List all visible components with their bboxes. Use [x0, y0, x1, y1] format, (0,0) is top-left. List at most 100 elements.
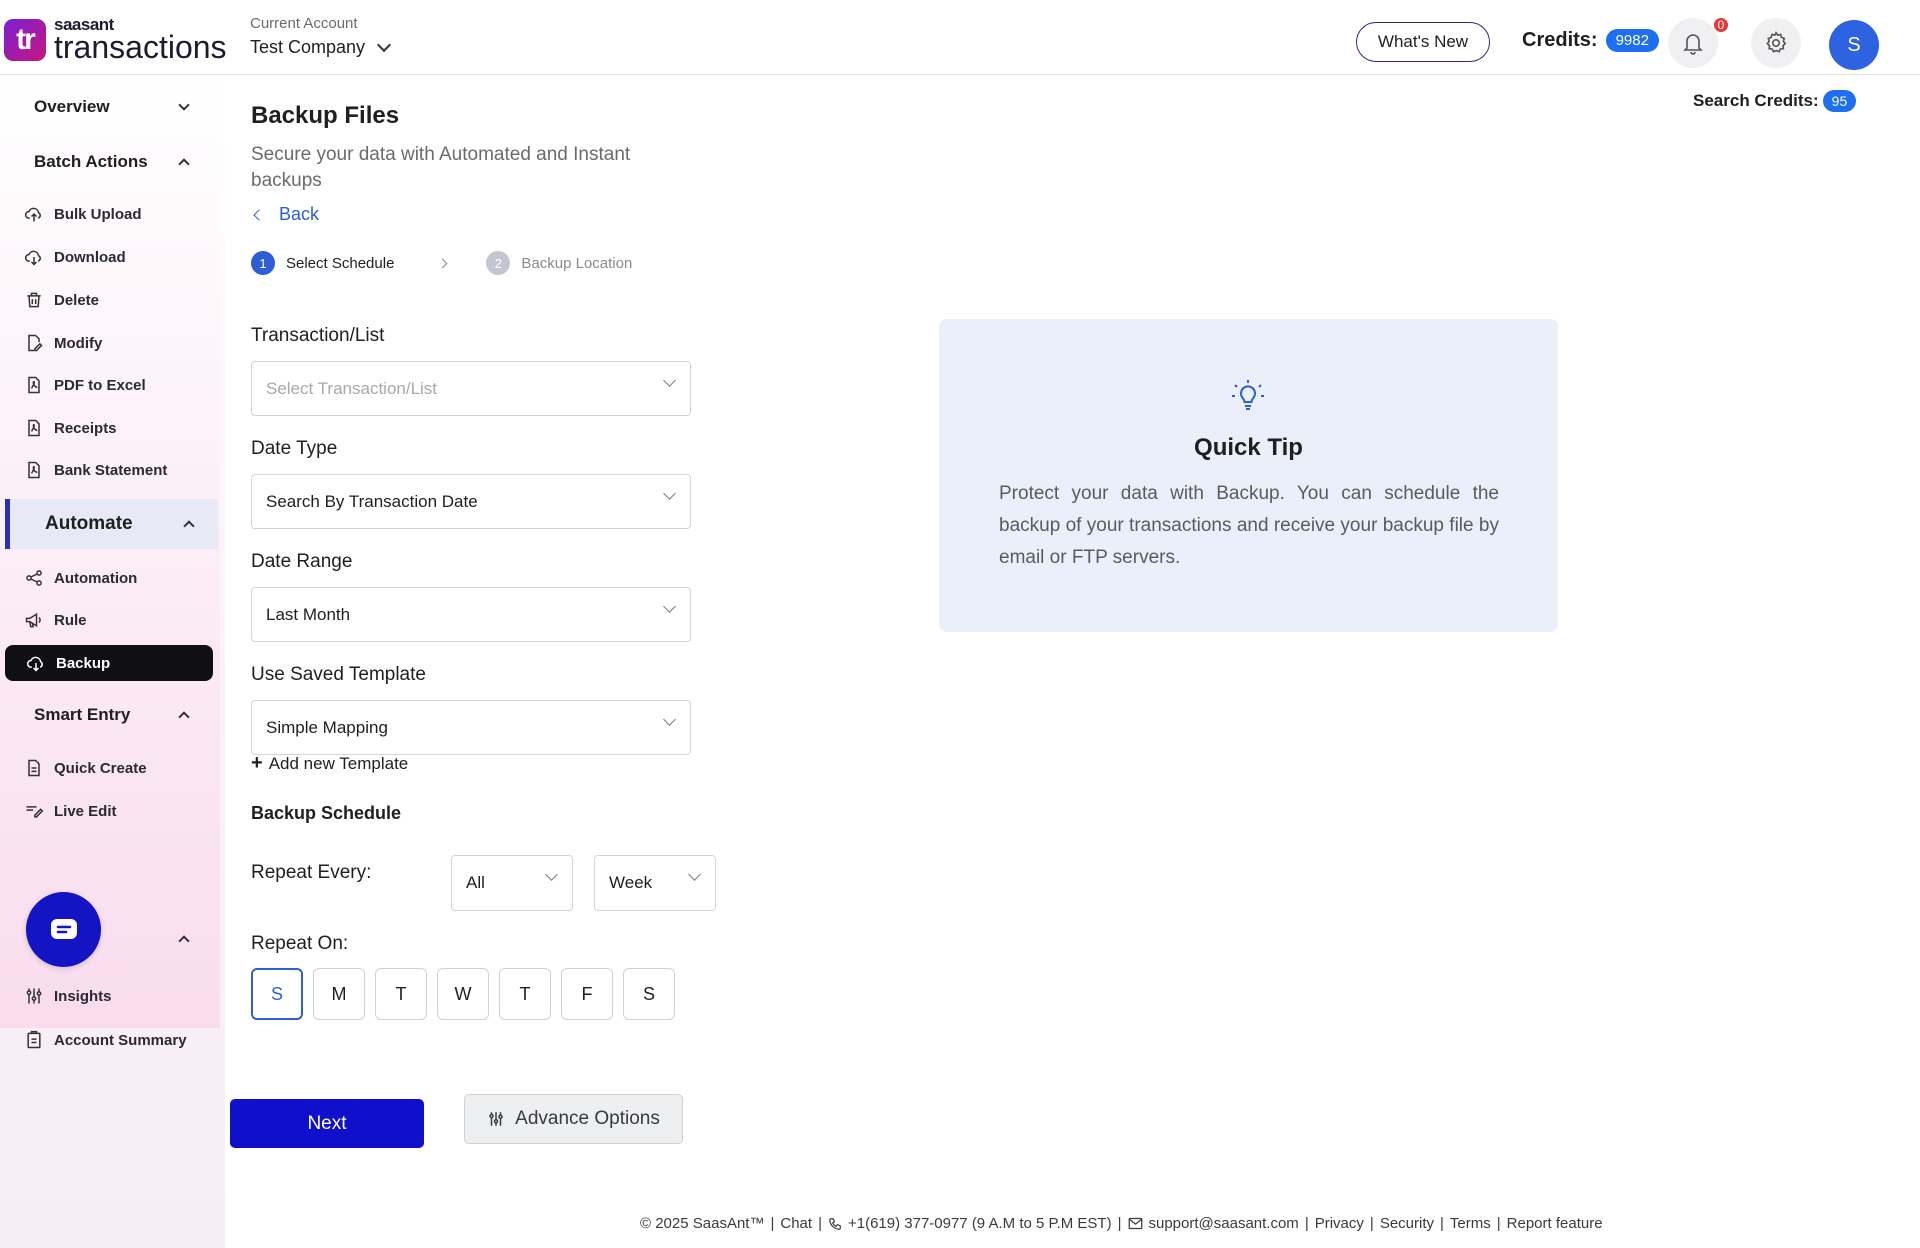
footer-phone-link[interactable]: +1(619) 377-0977 (9 A.M to 5 P.M EST) [848, 1215, 1112, 1232]
step-1-label[interactable]: Select Schedule [286, 255, 394, 272]
transaction-list-label: Transaction/List [251, 325, 385, 346]
search-credits-display: Search Credits: 95 [1693, 90, 1857, 112]
footer-security-link[interactable]: Security [1380, 1215, 1434, 1232]
sidebar-item-automation[interactable]: Automation [24, 560, 214, 596]
step-2-label[interactable]: Backup Location [521, 255, 632, 272]
chevron-right-icon [437, 258, 448, 268]
sidebar-section-smart-entry[interactable]: Smart Entry [0, 693, 213, 737]
sidebar-item-live-edit[interactable]: Live Edit [24, 793, 214, 829]
chat-launcher-button[interactable] [26, 892, 101, 967]
sliders-icon [26, 988, 42, 1004]
footer-terms-link[interactable]: Terms [1450, 1215, 1491, 1232]
sidebar-item-bank-statement[interactable]: Bank Statement [24, 452, 214, 488]
document-icon [28, 759, 40, 777]
cloud-backup-icon [27, 656, 43, 672]
chevron-down-icon [545, 868, 558, 881]
chevron-down-icon [178, 98, 190, 111]
page-subtitle: Secure your data with Automated and Inst… [251, 144, 631, 191]
sidebar-item-quick-create[interactable]: Quick Create [24, 750, 214, 786]
chevron-down-icon [663, 374, 676, 387]
footer-email-link[interactable]: support@saasant.com [1149, 1215, 1299, 1232]
chevron-left-icon [253, 208, 265, 221]
account-name: Test Company [250, 37, 366, 57]
footer-privacy-link[interactable]: Privacy [1315, 1215, 1364, 1232]
repeat-on-label: Repeat On: [251, 933, 349, 954]
chat-bubble-icon [50, 918, 77, 939]
chevron-down-icon [663, 487, 676, 500]
add-template-link[interactable]: + Add new Template [251, 752, 408, 775]
day-toggle-monday[interactable]: M [313, 968, 365, 1020]
sidebar-section-batch-actions[interactable]: Batch Actions [0, 140, 213, 184]
footer-copyright: © 2025 SaasAnt™ [640, 1215, 765, 1232]
footer-chat-link[interactable]: Chat [780, 1215, 812, 1232]
chevron-up-icon [183, 520, 195, 532]
settings-button[interactable] [1751, 18, 1801, 68]
chevron-down-icon [663, 600, 676, 613]
quick-tip-text: Protect your data with Backup. You can s… [999, 483, 1499, 568]
sidebar-item-bulk-upload[interactable]: Bulk Upload [24, 196, 214, 232]
day-toggle-friday[interactable]: F [561, 968, 613, 1020]
clipboard-icon [27, 1030, 41, 1049]
top-header: tr saasant transactions Current Account … [0, 0, 1920, 75]
advance-options-button[interactable]: Advance Options [464, 1094, 683, 1144]
gear-icon [1766, 31, 1787, 53]
whats-new-button[interactable]: What's New [1356, 22, 1490, 62]
account-switcher[interactable]: Current Account Test Company [250, 15, 392, 58]
receipt-file-icon [28, 419, 40, 437]
saved-template-select[interactable]: Simple Mapping [251, 700, 691, 755]
account-dropdown[interactable]: Test Company [250, 37, 392, 58]
step-2-number: 2 [486, 251, 511, 275]
edit-document-icon [28, 334, 43, 352]
day-toggle-wednesday[interactable]: W [437, 968, 489, 1020]
credits-display: Credits: 9982 [1522, 29, 1659, 52]
sidebar-item-account-summary[interactable]: Account Summary [24, 1022, 214, 1058]
date-type-label: Date Type [251, 438, 338, 459]
sidebar-item-download[interactable]: Download [24, 239, 214, 275]
bell-icon [1683, 34, 1703, 55]
pencil-line-icon [26, 806, 44, 818]
sliders-icon [489, 1112, 503, 1126]
sidebar-item-modify[interactable]: Modify [24, 325, 214, 361]
backup-schedule-heading: Backup Schedule [251, 803, 402, 823]
sidebar-item-receipts[interactable]: Receipts [24, 410, 214, 446]
sidebar: Overview Batch Actions Bulk Upload Downl… [0, 75, 225, 1248]
logo-product: transactions [54, 29, 227, 65]
stepper: 1 Select Schedule 2 Backup Location [251, 251, 632, 275]
chevron-down-icon [376, 37, 392, 52]
sidebar-item-rule[interactable]: Rule [24, 602, 214, 638]
day-toggle-thursday[interactable]: T [499, 968, 551, 1020]
footer-report-feature-link[interactable]: Report feature [1507, 1215, 1603, 1232]
statement-file-icon [28, 461, 40, 479]
day-toggle-sunday[interactable]: S [251, 968, 303, 1020]
repeat-every-label: Repeat Every: [251, 862, 372, 883]
pdf-file-icon [28, 376, 40, 394]
repeat-unit-select[interactable]: Week [594, 855, 716, 911]
repeat-count-select[interactable]: All [451, 855, 573, 911]
notification-count-badge: 0 [1712, 16, 1730, 34]
credits-badge: 9982 [1605, 29, 1659, 52]
chevron-up-icon [178, 158, 190, 170]
chevron-up-icon [178, 711, 190, 723]
notifications-button[interactable] [1668, 18, 1718, 68]
sidebar-section-overview[interactable]: Overview [0, 85, 213, 129]
saved-template-label: Use Saved Template [251, 664, 426, 685]
day-toggle-saturday[interactable]: S [623, 968, 675, 1020]
plus-icon: + [251, 752, 263, 774]
sidebar-item-delete[interactable]: Delete [24, 282, 214, 318]
chevron-down-icon [663, 713, 676, 726]
date-range-select[interactable]: Last Month [251, 587, 691, 642]
sidebar-item-pdf-to-excel[interactable]: PDF to Excel [24, 367, 214, 403]
back-link[interactable]: Back [253, 204, 319, 225]
day-toggle-tuesday[interactable]: T [375, 968, 427, 1020]
cloud-upload-icon [25, 207, 41, 222]
user-avatar[interactable]: S [1829, 20, 1879, 70]
sidebar-item-insights[interactable]: Insights [24, 978, 214, 1014]
app-logo[interactable]: tr saasant transactions [4, 16, 227, 63]
step-1-number: 1 [251, 251, 275, 275]
transaction-list-select[interactable]: Select Transaction/List [251, 361, 691, 416]
next-button[interactable]: Next [230, 1099, 424, 1148]
sidebar-section-automate[interactable]: Automate [5, 499, 218, 549]
search-credits-badge: 95 [1822, 90, 1857, 112]
sidebar-item-backup[interactable]: Backup [5, 645, 213, 681]
date-type-select[interactable]: Search By Transaction Date [251, 474, 691, 529]
